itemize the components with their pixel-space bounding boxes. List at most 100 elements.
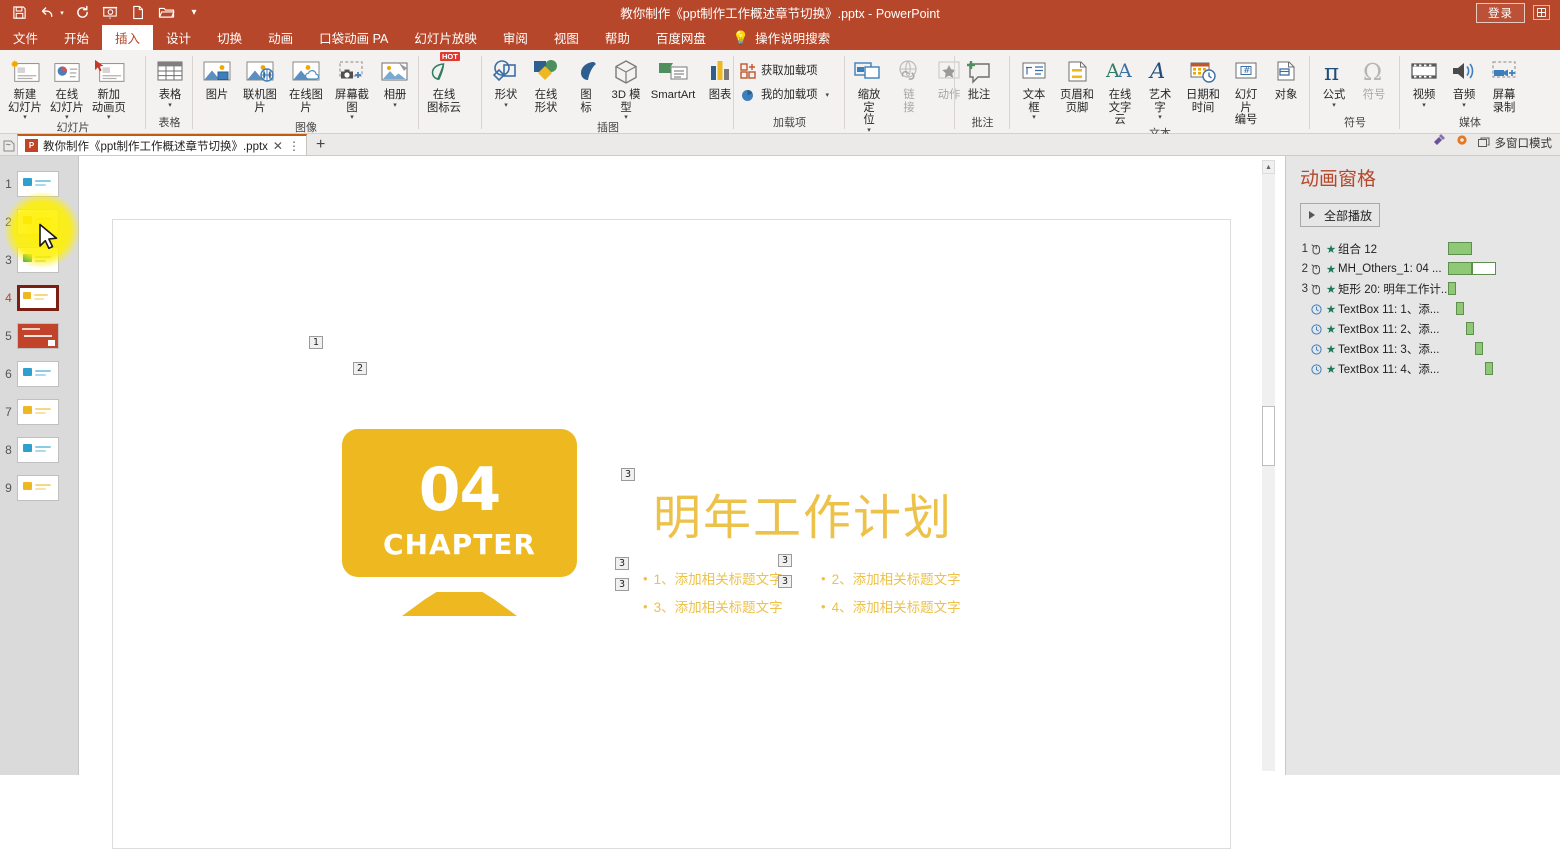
thumbnail-slide-8[interactable]: 8 <box>0 431 79 469</box>
wordart-caret-icon[interactable]: ▾ <box>1158 114 1162 121</box>
open-folder-icon[interactable] <box>153 2 179 24</box>
thumbnail-preview[interactable] <box>17 437 59 463</box>
shapes-button[interactable]: 形状 ▾ <box>486 53 526 109</box>
thumbnail-preview-selected[interactable] <box>17 285 59 311</box>
document-tab[interactable]: P 教你制作《ppt制作工作概述章节切换》.pptx ✕ ⋮ <box>17 134 307 155</box>
animation-tag-monitor-outer[interactable]: 1 <box>309 336 323 349</box>
menu-item-baidu-netdisk[interactable]: 百度网盘 <box>643 25 719 50</box>
online-wordcloud-button[interactable]: AA 在线 文字云 <box>1100 53 1140 127</box>
bullet-item-1[interactable]: • 1、添加相关标题文字 <box>643 568 821 588</box>
picture-button[interactable]: 图片 <box>197 53 237 102</box>
3d-model-button[interactable]: 3D 模 型 ▾ <box>606 53 646 121</box>
table-caret-icon[interactable]: ▾ <box>168 102 172 109</box>
online-picture-button[interactable]: 联机图片 <box>237 53 283 114</box>
thumbnail-slide-1[interactable]: 1 <box>0 165 79 203</box>
thumbnail-preview[interactable] <box>17 361 59 387</box>
animation-timeline-bar[interactable] <box>1485 362 1493 375</box>
smartart-button[interactable]: SmartArt <box>646 53 700 102</box>
online-icon-cloud-button[interactable]: HOT 在线 图标云 <box>423 53 465 114</box>
animation-timeline-bar[interactable] <box>1475 342 1483 355</box>
cloud-picture-button[interactable]: 在线图片 <box>283 53 329 114</box>
photo-album-button[interactable]: 相册 ▾ <box>375 53 415 109</box>
animation-row-3[interactable]: 3 ★ 矩形 20: 明年工作计... <box>1286 279 1560 299</box>
scroll-up-icon[interactable]: ▲ <box>1262 160 1275 174</box>
online-slide-caret-icon[interactable]: ▾ <box>65 114 69 121</box>
animation-row-6[interactable]: ★ TextBox 11: 3、添... <box>1286 339 1560 359</box>
chapter-monitor-shape[interactable]: 04 CHAPTER <box>342 429 577 577</box>
3d-model-caret-icon[interactable]: ▾ <box>624 114 628 121</box>
date-time-button[interactable]: 日期和时间 <box>1180 53 1226 114</box>
redo-icon[interactable] <box>69 2 95 24</box>
animation-tag-monitor-inner[interactable]: 2 <box>353 362 367 375</box>
video-button[interactable]: 视频 ▾ <box>1404 53 1444 109</box>
menu-item-home[interactable]: 开始 <box>51 25 102 50</box>
zoom-position-button[interactable]: 缩放定 位 ▾ <box>849 53 889 134</box>
monitor-stand-shape[interactable] <box>402 592 517 616</box>
multiwindow-mode-button[interactable]: 多窗口模式 <box>1478 135 1553 151</box>
canvas-vertical-scrollbar[interactable]: ▲ <box>1262 160 1275 771</box>
bullet-item-3[interactable]: • 3、添加相关标题文字 <box>643 596 821 616</box>
animation-tag-bullet-3[interactable]: 3 <box>615 578 629 591</box>
menu-item-insert[interactable]: 插入 <box>102 25 153 50</box>
animation-tag-bullet-1[interactable]: 3 <box>615 557 629 570</box>
menu-item-transitions[interactable]: 切换 <box>204 25 255 50</box>
screen-record-button[interactable]: 屏幕 录制 <box>1484 53 1524 114</box>
slide-title-text[interactable]: 明年工作计划 <box>653 478 953 548</box>
online-slide-button[interactable]: 在线 幻灯片 ▾ <box>46 53 88 121</box>
animation-row-7[interactable]: ★ TextBox 11: 4、添... <box>1286 359 1560 379</box>
animation-tag-bullet-2[interactable]: 3 <box>778 554 792 567</box>
thumbnail-slide-6[interactable]: 6 <box>0 355 79 393</box>
customize-qat-icon[interactable]: ▾ <box>181 2 207 24</box>
photo-album-caret-icon[interactable]: ▾ <box>393 102 397 109</box>
animation-timeline-bar[interactable] <box>1448 282 1456 295</box>
thumbnail-slide-4[interactable]: 4 <box>0 279 79 317</box>
add-animation-page-caret-icon[interactable]: ▾ <box>107 114 111 121</box>
close-icon[interactable]: ✕ <box>273 139 283 153</box>
wordart-button[interactable]: A 艺术字 ▾ <box>1140 53 1180 121</box>
thumbnail-preview[interactable] <box>17 475 59 501</box>
online-shapes-button[interactable]: 在线形状 <box>526 53 566 114</box>
undo-dropdown-icon[interactable]: ▾ <box>57 9 67 17</box>
get-addins-button[interactable]: 获取加载项 <box>734 59 822 83</box>
tab-more-icon[interactable]: ⋮ <box>288 139 300 153</box>
my-addins-caret-icon[interactable]: ▾ <box>826 92 830 99</box>
animation-row-1[interactable]: 1 ★ 组合 12 <box>1286 239 1560 259</box>
textbox-caret-icon[interactable]: ▾ <box>1032 114 1036 121</box>
zoom-position-caret-icon[interactable]: ▾ <box>867 127 871 134</box>
header-footer-button[interactable]: 页眉和页脚 <box>1054 53 1100 114</box>
thumbnail-slide-7[interactable]: 7 <box>0 393 79 431</box>
thumbnail-slide-9[interactable]: 9 <box>0 469 79 507</box>
audio-caret-icon[interactable]: ▾ <box>1462 102 1466 109</box>
video-caret-icon[interactable]: ▾ <box>1422 102 1426 109</box>
animation-row-4[interactable]: ★ TextBox 11: 1、添... <box>1286 299 1560 319</box>
screenshot-caret-icon[interactable]: ▾ <box>350 114 354 121</box>
icons-button[interactable]: 图 标 <box>566 53 606 114</box>
restore-window-icon[interactable] <box>1533 5 1550 20</box>
add-animation-page-button[interactable]: 新加 动画页 ▾ <box>88 53 130 121</box>
thumbnail-preview[interactable] <box>17 399 59 425</box>
current-slide[interactable]: 1 04 CHAPTER 2 3 明年工作计划 • 1、添加相关标题文字 • 2… <box>112 219 1231 849</box>
animation-timeline-bar[interactable] <box>1466 322 1474 335</box>
menu-item-help[interactable]: 帮助 <box>592 25 643 50</box>
menu-item-design[interactable]: 设计 <box>153 25 204 50</box>
object-button[interactable]: 对象 <box>1266 53 1306 102</box>
animation-tag-title[interactable]: 3 <box>621 468 635 481</box>
equation-caret-icon[interactable]: ▾ <box>1332 102 1336 109</box>
textbox-button[interactable]: 文本框 ▾ <box>1014 53 1054 121</box>
start-slideshow-icon[interactable] <box>97 2 123 24</box>
animation-timeline-bar[interactable] <box>1448 242 1472 255</box>
thumbnail-preview[interactable] <box>17 171 59 197</box>
table-button[interactable]: 表格 ▾ <box>150 53 190 109</box>
fix-tool-icon[interactable] <box>1432 133 1446 152</box>
tell-me-search[interactable]: 💡 操作说明搜索 <box>719 25 830 50</box>
animation-timeline-bar[interactable] <box>1448 262 1472 275</box>
menu-item-slideshow[interactable]: 幻灯片放映 <box>401 25 490 50</box>
bullet-item-4[interactable]: • 4、添加相关标题文字 <box>821 596 961 616</box>
new-slide-button[interactable]: 新建 幻灯片 ▾ <box>4 53 46 121</box>
settings-gear-icon[interactable] <box>1455 133 1469 152</box>
slide-thumbnail-panel[interactable]: 1 2 3 4 5 <box>0 156 79 775</box>
shapes-caret-icon[interactable]: ▾ <box>504 102 508 109</box>
animation-tag-bullet-4[interactable]: 3 <box>778 575 792 588</box>
comment-button[interactable]: 批注 <box>959 53 999 102</box>
my-addins-button[interactable]: 我的加载项 ▾ <box>734 83 833 107</box>
